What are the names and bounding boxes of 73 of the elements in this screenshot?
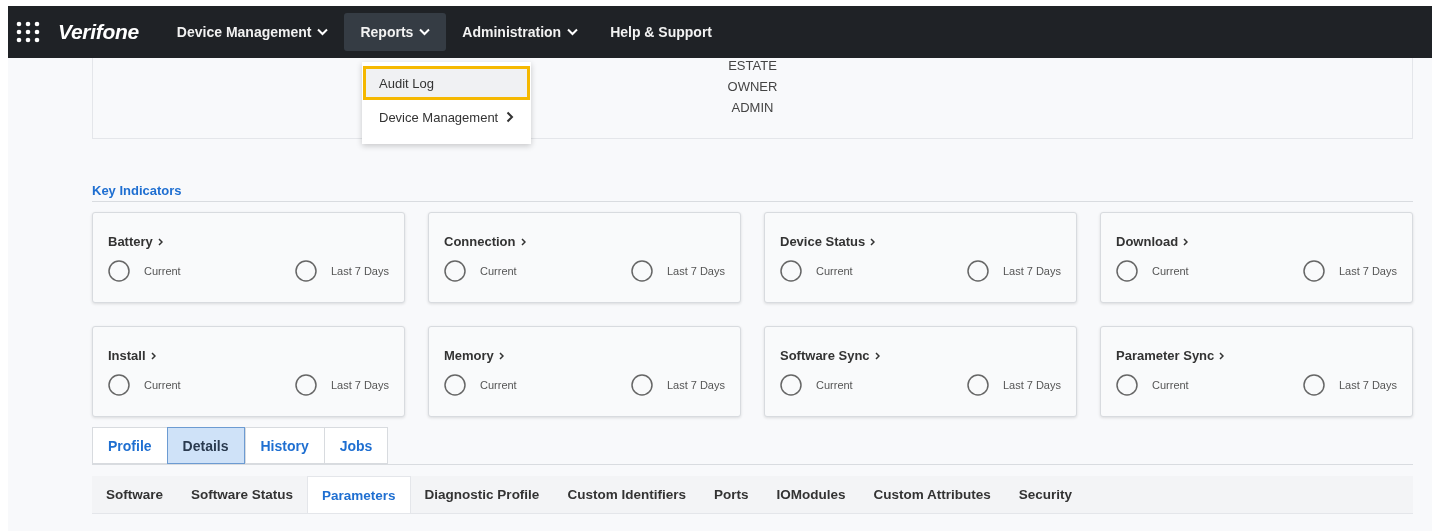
- sub-tab[interactable]: Ports: [699, 476, 763, 513]
- sub-tab[interactable]: Software Status: [177, 476, 308, 513]
- section-title: Key Indicators: [92, 183, 182, 198]
- sub-tab[interactable]: Security: [1004, 476, 1086, 513]
- chevron-right-icon: [150, 351, 156, 360]
- indicator-label: Last 7 Days: [666, 265, 725, 277]
- card-title-link[interactable]: Connection: [444, 234, 526, 249]
- circle-icon: [630, 374, 653, 396]
- indicator-label: Current: [816, 265, 853, 277]
- circle-icon: [108, 374, 130, 396]
- indicator-label: Current: [144, 379, 181, 391]
- circle-icon: [780, 374, 802, 396]
- tab[interactable]: Details: [166, 427, 245, 464]
- indicator-label: Current: [480, 265, 517, 277]
- nav-menu-item[interactable]: Help & Support: [594, 13, 729, 51]
- sub-tab[interactable]: Diagnostic Profile: [410, 476, 554, 513]
- nav-menu-item[interactable]: Administration: [446, 13, 595, 51]
- indicator-label: Last 7 Days: [1338, 379, 1397, 391]
- sub-tab[interactable]: Custom Identifiers: [553, 476, 700, 513]
- tab[interactable]: History: [244, 427, 324, 464]
- chevron-right-icon: [1219, 351, 1225, 360]
- circle-icon: [1302, 260, 1325, 282]
- logo: Verifone: [58, 20, 139, 44]
- sub-tab[interactable]: Custom Attributes: [859, 476, 1005, 513]
- card-title-link[interactable]: Software Sync: [780, 348, 880, 363]
- circle-icon: [108, 260, 130, 282]
- card-title-link[interactable]: Install: [108, 348, 156, 363]
- card-title-link[interactable]: Parameter Sync: [1116, 348, 1225, 363]
- indicator-label: Current: [144, 265, 181, 277]
- card-title-link[interactable]: Device Status: [780, 234, 876, 249]
- card-title-link[interactable]: Battery: [108, 234, 163, 249]
- chevron-right-icon: [157, 237, 163, 246]
- nav-menu-item[interactable]: Device Management: [160, 13, 345, 51]
- sub-tab[interactable]: Parameters: [307, 476, 411, 513]
- indicator-label: Last 7 Days: [1002, 379, 1061, 391]
- circle-icon: [294, 374, 317, 396]
- chevron-right-icon: [870, 237, 876, 246]
- circle-icon: [966, 260, 989, 282]
- indicator-label: Current: [816, 379, 853, 391]
- tab[interactable]: Profile: [92, 427, 167, 464]
- menu-item[interactable]: Device Management: [363, 100, 531, 134]
- circle-icon: [444, 260, 466, 282]
- card-title-link[interactable]: Download: [1116, 234, 1189, 249]
- circle-icon: [444, 374, 466, 396]
- menu-item[interactable]: Audit Log: [363, 66, 531, 100]
- indicator-label: Current: [1152, 379, 1189, 391]
- card-title-link[interactable]: Memory: [444, 348, 504, 363]
- indicator-label: Last 7 Days: [666, 379, 725, 391]
- circle-icon: [1116, 260, 1138, 282]
- apps-grid-icon[interactable]: [16, 21, 40, 43]
- indicator-label: Last 7 Days: [330, 265, 389, 277]
- sub-tab[interactable]: IOModules: [762, 476, 860, 513]
- role-text: ADMIN: [731, 100, 774, 115]
- indicator-label: Last 7 Days: [1338, 265, 1397, 277]
- role-text: OWNER: [727, 79, 778, 94]
- role-text: ESTATE: [728, 58, 777, 73]
- chevron-right-icon: [520, 237, 526, 246]
- nav-menu-item[interactable]: Reports: [344, 13, 447, 51]
- circle-icon: [780, 260, 802, 282]
- sub-tab[interactable]: Software: [92, 476, 177, 513]
- chevron-right-icon: [498, 351, 504, 360]
- indicator-label: Last 7 Days: [330, 379, 389, 391]
- chevron-right-icon: [874, 351, 880, 360]
- tab[interactable]: Jobs: [323, 427, 389, 464]
- circle-icon: [630, 260, 653, 282]
- chevron-right-icon: [1183, 237, 1189, 246]
- circle-icon: [1116, 374, 1138, 396]
- indicator-label: Current: [1152, 265, 1189, 277]
- indicator-label: Last 7 Days: [1002, 265, 1061, 277]
- circle-icon: [1302, 374, 1325, 396]
- circle-icon: [966, 374, 989, 396]
- circle-icon: [294, 260, 317, 282]
- indicator-label: Current: [480, 379, 517, 391]
